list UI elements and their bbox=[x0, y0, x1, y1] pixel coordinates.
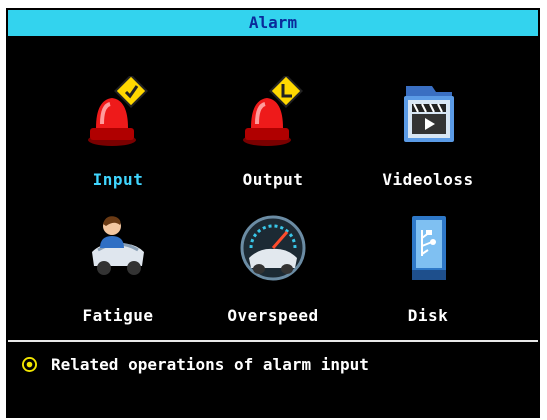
alarm-window: Alarm Input Output Videoloss Fatigue Ove… bbox=[6, 8, 540, 418]
window-title: Alarm bbox=[8, 10, 538, 36]
video-loss-icon bbox=[404, 86, 454, 142]
menu-item-label: Fatigue bbox=[82, 306, 154, 325]
menu-item-input[interactable]: Input bbox=[43, 76, 193, 196]
status-text: Related operations of alarm input bbox=[51, 355, 369, 374]
info-circle-icon bbox=[22, 357, 37, 372]
menu-item-label: Overspeed bbox=[227, 306, 319, 325]
divider bbox=[8, 340, 538, 342]
menu-item-label: Videoloss bbox=[382, 170, 474, 189]
disk-icon bbox=[412, 216, 446, 280]
alarm-input-icon bbox=[88, 76, 148, 146]
fatigue-driver-icon bbox=[92, 216, 144, 275]
alarm-output-icon bbox=[243, 76, 303, 146]
menu-item-fatigue[interactable]: Fatigue bbox=[43, 212, 193, 332]
menu-item-overspeed[interactable]: Overspeed bbox=[198, 212, 348, 332]
status-bar: Related operations of alarm input bbox=[22, 355, 369, 374]
menu-item-label: Input bbox=[92, 170, 144, 189]
menu-item-output[interactable]: Output bbox=[198, 76, 348, 196]
menu-item-videoloss[interactable]: Videoloss bbox=[353, 76, 503, 196]
menu-item-label: Output bbox=[242, 170, 304, 189]
menu-item-disk[interactable]: Disk bbox=[353, 212, 503, 332]
menu-item-label: Disk bbox=[407, 306, 449, 325]
overspeed-icon bbox=[240, 215, 306, 281]
